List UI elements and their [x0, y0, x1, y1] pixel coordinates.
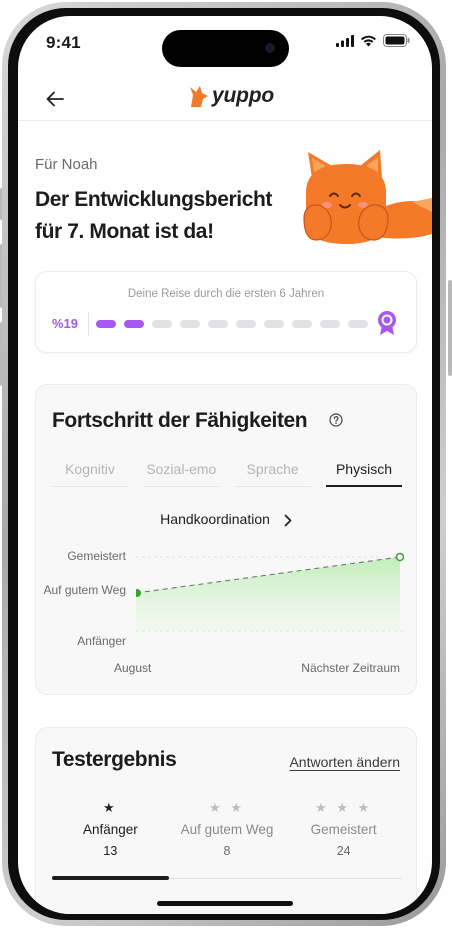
level-count: 13 — [103, 844, 118, 858]
tab-sozial-emo[interactable]: Sozial-emo — [143, 461, 220, 487]
change-answers-link[interactable]: Antworten ändern — [289, 754, 400, 770]
level-count: 8 — [223, 844, 231, 858]
level-tab-mastered[interactable]: ★ ★ ★ Gemeistert 24 — [285, 800, 402, 858]
skills-title: Fortschritt der Fähigkeiten — [52, 409, 308, 432]
status-time: 9:41 — [46, 33, 81, 52]
y-tick-label: Anfänger — [77, 634, 126, 648]
status-icons — [336, 34, 410, 47]
journey-segment — [152, 320, 172, 328]
journey-title: Deine Reise durch die ersten 6 Jahren — [127, 288, 325, 300]
level-count: 24 — [336, 844, 351, 858]
tab-kognitiv[interactable]: Kognitiv — [52, 461, 128, 487]
journey-segment — [292, 320, 312, 328]
chevron-right-icon — [284, 514, 292, 527]
phone-screen: 9:41 yuppo Für Noah Der Entwicklungsberi… — [18, 16, 432, 914]
journey-segment — [96, 320, 116, 328]
page-title: Der Entwicklungsbericht für 7. Monat ist… — [35, 184, 305, 248]
journey-divider — [88, 312, 89, 336]
x-tick-label: Nächster Zeitraum — [301, 661, 400, 675]
journey-segment — [320, 320, 340, 328]
journey-segment — [264, 320, 284, 328]
journey-percent: %19 — [52, 316, 79, 331]
back-arrow-icon[interactable] — [44, 88, 66, 110]
level-name: Gemeistert — [310, 822, 377, 837]
camera-icon — [265, 43, 275, 53]
wifi-icon — [361, 35, 376, 46]
power-button — [448, 280, 452, 376]
level-tab-on-track[interactable]: ★ ★ Auf gutem Weg 8 — [169, 800, 286, 858]
help-icon[interactable] — [329, 413, 343, 427]
journey-segment — [236, 320, 256, 328]
medal-icon — [378, 311, 396, 335]
subcategory-label: Handkoordination — [160, 511, 270, 527]
status-bar: 9:41 — [18, 16, 432, 68]
top-nav: yuppo — [18, 78, 432, 121]
x-tick-label: August — [114, 661, 152, 675]
level-tab-beginner[interactable]: ★ Anfänger 13 — [52, 800, 169, 858]
star-icons: ★ — [103, 800, 118, 815]
page-title-line1: Der Entwicklungsbericht — [35, 188, 273, 211]
tab-physisch[interactable]: Physisch — [325, 461, 402, 487]
journey-segment — [208, 320, 228, 328]
y-tick-label: Auf gutem Weg — [43, 583, 127, 597]
report-recipient: Für Noah — [35, 156, 98, 173]
y-tick-label: Gemeistert — [67, 549, 126, 563]
brand-name: yuppo — [212, 84, 274, 107]
battery-icon — [383, 34, 410, 47]
fox-mascot-illustration — [303, 150, 432, 244]
active-level-indicator — [52, 876, 169, 880]
dynamic-island — [162, 30, 289, 67]
skills-progress-card: Fortschritt der Fähigkeiten Kognitiv Soz… — [35, 384, 417, 695]
journey-segment — [124, 320, 144, 328]
data-point-target — [395, 552, 404, 562]
level-name: Anfänger — [82, 822, 138, 837]
journey-segment — [180, 320, 200, 328]
tab-sprache[interactable]: Sprache — [234, 461, 311, 487]
star-icons: ★ ★ ★ — [315, 800, 373, 815]
test-result-card: Testergebnis Antworten ändern ★ Anfänger… — [35, 727, 417, 914]
brand-logo: yuppo — [188, 84, 274, 108]
signal-icon — [336, 34, 354, 47]
level-tabs: ★ Anfänger 13 ★ ★ Auf gutem Weg 8 ★ ★ ★ … — [52, 800, 402, 858]
progress-chart — [136, 552, 404, 632]
journey-progress-card: Deine Reise durch die ersten 6 Jahren %1… — [35, 271, 417, 353]
subcategory-selector[interactable]: Handkoordination — [36, 511, 416, 527]
page-title-line2: für 7. Monat ist da! — [35, 220, 214, 243]
test-title: Testergebnis — [52, 748, 177, 771]
level-name: Auf gutem Weg — [180, 822, 274, 837]
series-area — [136, 557, 400, 631]
home-indicator[interactable] — [157, 901, 293, 906]
star-icons: ★ ★ — [209, 800, 245, 815]
fox-logo-icon — [190, 86, 208, 107]
journey-progress-bar — [96, 320, 368, 328]
skill-tabs: Kognitiv Sozial-emo Sprache Physisch — [52, 461, 402, 487]
journey-segment — [348, 320, 368, 328]
